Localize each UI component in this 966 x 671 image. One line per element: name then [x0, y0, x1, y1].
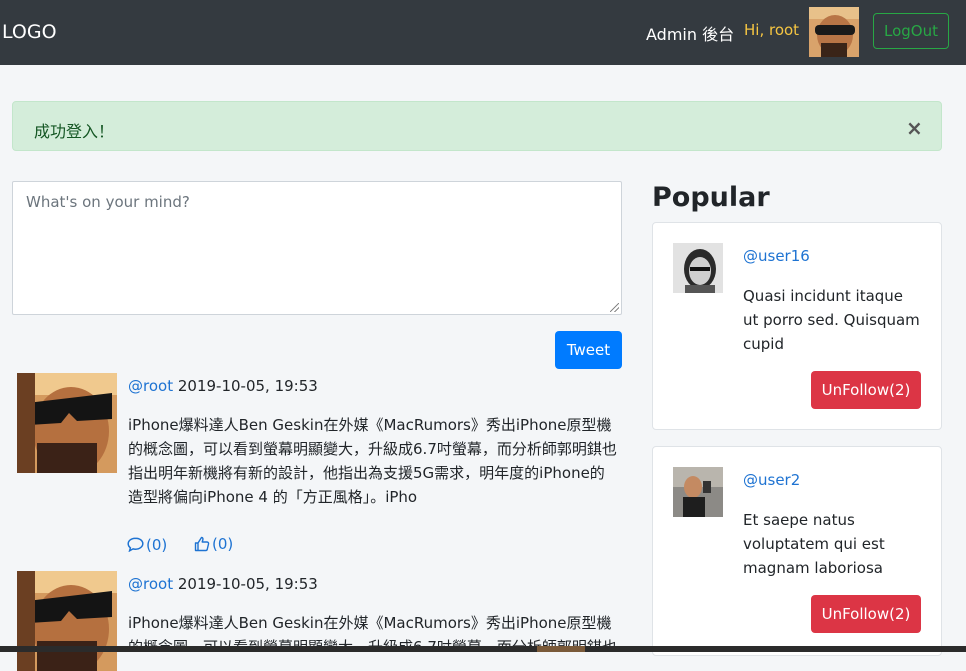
- tweet-button[interactable]: Tweet: [555, 331, 622, 369]
- popular-user-link[interactable]: @user2: [743, 471, 800, 489]
- avatar-photo: [673, 243, 723, 293]
- admin-link[interactable]: Admin 後台: [646, 21, 734, 45]
- reply-count: (0): [146, 535, 168, 554]
- tweet-text: iPhone爆料達人Ben Geskin在外媒《MacRumors》秀出iPho…: [128, 416, 617, 506]
- tweet-header: @root 2019-10-05, 19:53: [128, 377, 318, 395]
- comment-icon: [127, 537, 144, 552]
- tweet-header: @root 2019-10-05, 19:53: [128, 575, 318, 593]
- avatar[interactable]: [809, 7, 859, 57]
- tweet-user-link[interactable]: @root: [128, 575, 173, 593]
- tweet-timestamp: 2019-10-05, 19:53: [177, 575, 318, 593]
- tweet-text: iPhone爆料達人Ben Geskin在外媒《MacRumors》秀出iPho…: [128, 614, 617, 646]
- tweet-input[interactable]: What's on your mind?: [12, 181, 622, 315]
- resize-handle-icon[interactable]: [610, 303, 619, 312]
- login-success-alert: 成功登入！ ×: [12, 101, 942, 151]
- avatar[interactable]: [673, 243, 723, 293]
- popular-user-card: @user2 Et saepe natus voluptatem qui est…: [652, 446, 942, 656]
- tweet-actions: (0) (0): [127, 535, 233, 556]
- like-button[interactable]: (0): [194, 535, 233, 553]
- thumbs-up-icon: [194, 536, 210, 552]
- like-count: (0): [212, 535, 234, 553]
- tweet-avatar[interactable]: [17, 373, 117, 473]
- popular-user-bio: Et saepe natus voluptatem qui est magnam…: [743, 511, 885, 577]
- alert-message: 成功登入！: [34, 122, 115, 141]
- unfollow-button[interactable]: UnFollow(2): [811, 371, 921, 409]
- popular-user-card: @user16 Quasi incidunt itaque ut porro s…: [652, 222, 942, 430]
- popular-heading: Popular: [652, 182, 770, 213]
- avatar-photo: [17, 373, 117, 473]
- avatar-photo: [809, 7, 859, 57]
- top-navbar: LOGO Admin 後台 Hi, root LogOut: [0, 0, 966, 65]
- tweet-avatar[interactable]: [17, 571, 117, 671]
- tweet-input-placeholder: What's on your mind?: [26, 193, 190, 211]
- reply-button[interactable]: (0): [127, 536, 167, 554]
- popular-user-bio: Quasi incidunt itaque ut porro sed. Quis…: [743, 287, 920, 353]
- avatar[interactable]: [673, 467, 723, 517]
- logout-button[interactable]: LogOut: [873, 13, 949, 49]
- logo[interactable]: LOGO: [2, 21, 57, 43]
- window-bottom-edge-accent: [537, 646, 585, 652]
- popular-user-link[interactable]: @user16: [743, 247, 810, 265]
- avatar-photo: [17, 571, 117, 671]
- tweet-timestamp: 2019-10-05, 19:53: [177, 377, 318, 395]
- window-bottom-edge: [0, 646, 966, 652]
- unfollow-button[interactable]: UnFollow(2): [811, 595, 921, 633]
- tweet-user-link[interactable]: @root: [128, 377, 173, 395]
- avatar-photo: [673, 467, 723, 517]
- close-icon[interactable]: ×: [906, 116, 923, 140]
- user-greeting-link[interactable]: Hi, root: [744, 21, 799, 39]
